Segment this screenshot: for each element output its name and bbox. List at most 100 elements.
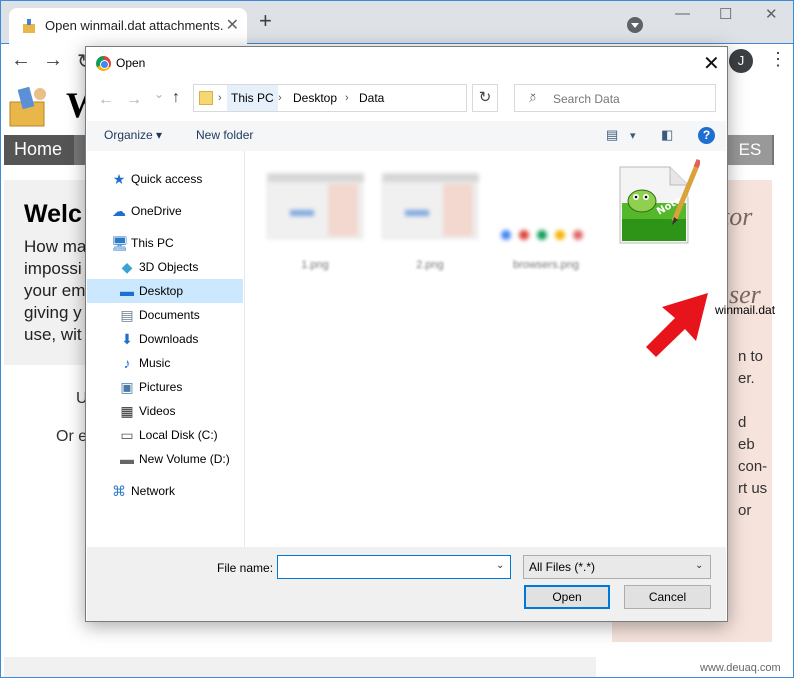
breadcrumb-separator[interactable]: › xyxy=(278,85,282,111)
dialog-back-button[interactable]: ← xyxy=(98,91,114,109)
welcome-line: impossi xyxy=(24,259,82,278)
chrome-icon xyxy=(96,56,111,71)
file-label[interactable]: 1.png xyxy=(265,259,365,271)
desktop-icon: ▬ xyxy=(120,283,134,299)
new-tab-button[interactable]: + xyxy=(259,10,272,32)
breadcrumb-data[interactable]: Data xyxy=(359,85,384,111)
ad-line: rt us xyxy=(738,480,768,497)
command-bar: Organize ▾ New folder ▤ ▾ ◧ ? xyxy=(87,121,726,151)
browser-menu-icon[interactable]: ⋮ xyxy=(769,49,787,70)
nav-item-quick-access[interactable]: ★ Quick access xyxy=(87,167,243,191)
red-arrow-annotation xyxy=(646,293,708,357)
nav-label: 3D Objects xyxy=(139,260,199,274)
nav-item-desktop[interactable]: ▬ Desktop xyxy=(87,279,243,303)
browser-tabstrip: Open winmail.dat attachments. ✕ + — ☐ ✕ xyxy=(0,0,794,45)
breadcrumb-separator[interactable]: › xyxy=(218,85,222,111)
profile-avatar[interactable]: J xyxy=(729,49,753,73)
ad-line xyxy=(738,390,767,412)
folder-icon xyxy=(199,91,213,105)
music-icon: ♪ xyxy=(123,355,131,371)
forward-button[interactable]: → xyxy=(43,49,63,72)
preview-pane-icon[interactable]: ◧ xyxy=(661,127,673,143)
nav-item-downloads[interactable]: ⬇ Downloads xyxy=(87,327,243,351)
dialog-close-button[interactable]: ✕ xyxy=(703,51,720,76)
open-file-dialog: Open ✕ ← → ⌄ ↑ › This PC › Desktop › Dat… xyxy=(85,46,775,622)
file-name-dropdown-icon[interactable]: ⌄ xyxy=(496,560,504,571)
tab-close-icon[interactable]: ✕ xyxy=(226,15,239,35)
browser-tab[interactable]: Open winmail.dat attachments. ✕ xyxy=(9,8,247,45)
tab-search-icon[interactable] xyxy=(627,17,643,33)
file-thumbnail-1[interactable] xyxy=(267,173,364,239)
file-type-dropdown-icon[interactable]: ⌄ xyxy=(695,560,703,571)
file-label-winmail[interactable]: winmail.dat xyxy=(715,303,775,317)
welcome-line: your em xyxy=(24,281,86,300)
ad-line: or xyxy=(738,502,752,519)
address-bar[interactable]: › This PC › Desktop › Data ⌄ xyxy=(193,84,537,112)
cube-icon: ◆ xyxy=(121,259,133,275)
welcome-line: How ma xyxy=(24,237,87,256)
nav-label: This PC xyxy=(131,236,174,250)
pictures-icon: ▣ xyxy=(120,379,134,395)
search-box[interactable]: ⌕ xyxy=(514,84,716,112)
nav-item-new-volume[interactable]: ▬ New Volume (D:) xyxy=(87,447,243,471)
body-text: Or e xyxy=(56,428,88,445)
maximize-button[interactable]: ☐ xyxy=(719,5,732,23)
file-list: 1.png 2.png browsers.png Notepad++ winma… xyxy=(246,151,775,547)
file-label[interactable]: 2.png xyxy=(380,259,480,271)
nav-item-onedrive[interactable]: ☁ OneDrive xyxy=(87,199,243,223)
breadcrumb-this-pc[interactable]: This PC xyxy=(227,85,278,111)
nav-item-documents[interactable]: ▤ Documents xyxy=(87,303,243,327)
cloud-icon: ☁ xyxy=(112,203,126,219)
notepad-plus-plus-file-icon[interactable]: Notepad++ xyxy=(616,159,700,245)
organize-button[interactable]: Organize ▾ xyxy=(104,128,162,142)
home-nav-link[interactable]: Home xyxy=(4,135,74,165)
video-icon: ▦ xyxy=(120,403,134,419)
page-footer-bar xyxy=(4,657,596,677)
site-logo-icon xyxy=(9,86,46,127)
browser-dot xyxy=(537,230,547,240)
minimize-button[interactable]: — xyxy=(675,5,690,22)
back-button[interactable]: ← xyxy=(11,49,31,72)
change-view-icon[interactable]: ▤ xyxy=(606,127,618,143)
es-nav-link[interactable]: ES xyxy=(728,135,772,165)
nav-label: Downloads xyxy=(139,332,199,346)
thumb-button xyxy=(290,210,314,216)
file-type-select[interactable]: All Files (*.*) xyxy=(523,555,711,579)
dialog-forward-button[interactable]: → xyxy=(126,91,142,109)
ad-line: eb xyxy=(738,436,755,453)
thumb-bar xyxy=(383,174,479,182)
file-name-input[interactable] xyxy=(277,555,511,579)
open-button[interactable]: Open xyxy=(524,585,610,609)
refresh-button[interactable]: ↻ xyxy=(472,84,498,112)
download-icon: ⬇ xyxy=(121,331,133,347)
file-label[interactable]: browsers.png xyxy=(496,259,596,271)
nav-item-music[interactable]: ♪ Music xyxy=(87,351,243,375)
nav-label: Videos xyxy=(139,404,176,418)
network-icon: ⌘ xyxy=(112,483,126,499)
nav-item-pictures[interactable]: ▣ Pictures xyxy=(87,375,243,399)
view-options-dropdown[interactable]: ▾ xyxy=(630,129,636,142)
up-one-level-button[interactable]: ↑ xyxy=(172,89,180,107)
nav-item-network[interactable]: ⌘ Network xyxy=(87,479,243,503)
file-thumbnail-2[interactable] xyxy=(382,173,479,239)
breadcrumb-separator[interactable]: › xyxy=(345,85,349,111)
nav-item-videos[interactable]: ▦ Videos xyxy=(87,399,243,423)
cancel-button[interactable]: Cancel xyxy=(624,585,711,609)
welcome-text: How ma impossi your em giving y use, wit xyxy=(24,236,86,346)
help-icon[interactable]: ? xyxy=(698,127,715,144)
navigation-pane: ★ Quick access ☁ OneDrive 🖥 This PC ◆ 3D… xyxy=(87,151,245,547)
search-input[interactable] xyxy=(553,91,703,107)
nav-item-local-disk[interactable]: ▭ Local Disk (C:) xyxy=(87,423,243,447)
close-window-button[interactable]: ✕ xyxy=(765,5,778,23)
file-thumbnail-3[interactable] xyxy=(501,227,591,245)
recent-locations-icon[interactable]: ⌄ xyxy=(154,87,164,101)
thumb-pane xyxy=(443,184,473,236)
document-icon: ▤ xyxy=(120,307,134,323)
ad-line: n to xyxy=(738,348,764,365)
breadcrumb-desktop[interactable]: Desktop xyxy=(293,85,337,111)
nav-item-3d-objects[interactable]: ◆ 3D Objects xyxy=(87,255,243,279)
new-folder-button[interactable]: New folder xyxy=(196,128,253,142)
welcome-line: giving y xyxy=(24,303,82,322)
nav-label: Local Disk (C:) xyxy=(139,428,218,442)
nav-item-this-pc[interactable]: 🖥 This PC xyxy=(87,231,243,255)
